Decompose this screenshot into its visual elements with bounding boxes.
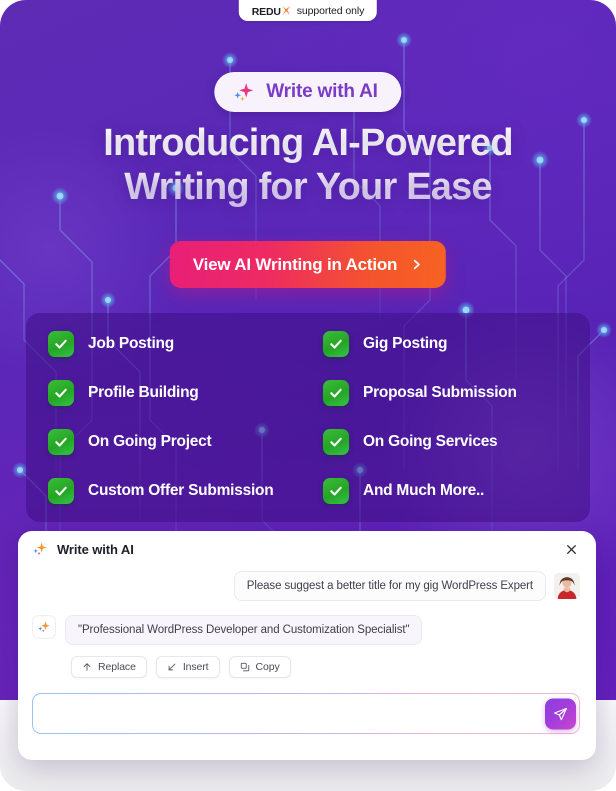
feature-item: On Going Project	[40, 418, 301, 467]
view-ai-writing-in-action-button[interactable]: View AI Wrinting in Action	[169, 241, 447, 288]
ai-sparkle-avatar	[32, 615, 56, 639]
insert-label: Insert	[182, 661, 209, 673]
ai-message-actions: Replace Insert Copy	[71, 656, 291, 678]
sparkle-icon	[234, 82, 254, 101]
feature-label: Proposal Submission	[363, 383, 517, 401]
feature-label: And Much More..	[363, 482, 485, 500]
send-button[interactable]	[544, 698, 576, 729]
sparkle-icon	[33, 542, 47, 555]
feature-item: On Going Services	[315, 418, 576, 467]
replace-label: Replace	[98, 661, 136, 673]
check-icon	[48, 379, 74, 406]
copy-button[interactable]: Copy	[228, 656, 291, 678]
close-icon[interactable]	[562, 540, 580, 558]
redux-brand: REDU	[252, 4, 292, 18]
send-icon	[553, 707, 567, 720]
feature-label: Job Posting	[88, 334, 174, 352]
feature-label: On Going Project	[88, 433, 212, 451]
feature-label: Profile Building	[88, 383, 199, 401]
copy-label: Copy	[255, 661, 280, 673]
feature-label: Gig Posting	[363, 334, 448, 352]
redux-x-mark-icon	[281, 5, 291, 15]
feature-item: Proposal Submission	[315, 368, 576, 417]
ai-message-row: "Professional WordPress Developer and Cu…	[32, 615, 580, 678]
user-message-bubble: Please suggest a better title for my gig…	[233, 571, 546, 601]
sparkle-icon	[38, 621, 50, 633]
ai-message-bubble: "Professional WordPress Developer and Cu…	[65, 615, 423, 645]
check-icon	[323, 478, 349, 505]
chat-composer	[32, 693, 580, 734]
check-icon	[48, 478, 74, 505]
write-with-ai-pill[interactable]: Write with AI	[214, 72, 402, 112]
check-icon	[323, 330, 349, 357]
chat-panel-title: Write with AI	[57, 541, 134, 557]
chat-input[interactable]	[33, 694, 579, 733]
feature-list: Job Posting Gig Posting Profile Building…	[26, 313, 590, 522]
feature-label: Custom Offer Submission	[88, 482, 274, 500]
headline-line-2: Writing for Your Ease	[124, 166, 492, 208]
redux-supported-badge: REDU supported only	[238, 0, 378, 21]
arrow-down-left-icon	[168, 663, 176, 671]
chat-header: Write with AI	[18, 531, 596, 567]
check-icon	[323, 379, 349, 406]
avatar	[554, 573, 580, 599]
chat-message-list: Please suggest a better title for my gig…	[18, 567, 596, 678]
check-icon	[323, 429, 349, 456]
headline-line-1: Introducing AI-Powered	[103, 122, 513, 164]
user-message-row: Please suggest a better title for my gig…	[32, 571, 580, 601]
copy-icon	[240, 662, 249, 672]
screenshot-root: Introducing AI-Powered Writing for Your …	[0, 0, 616, 791]
feature-item: Custom Offer Submission	[40, 467, 301, 516]
write-with-ai-chat-panel: Write with AI Please suggest a better ti…	[18, 531, 596, 760]
page-title: Introducing AI-Powered Writing for Your …	[0, 121, 616, 209]
check-icon	[48, 429, 74, 456]
feature-label: On Going Services	[363, 433, 498, 451]
cta-label: View AI Wrinting in Action	[192, 254, 398, 274]
redux-support-note: supported only	[296, 4, 365, 17]
chat-composer-inner	[33, 694, 579, 733]
insert-button[interactable]: Insert	[155, 656, 220, 678]
ai-message-column: "Professional WordPress Developer and Cu…	[65, 615, 423, 678]
replace-button[interactable]: Replace	[71, 656, 147, 678]
feature-item: And Much More..	[315, 467, 576, 516]
feature-item: Job Posting	[40, 319, 301, 368]
feature-item: Profile Building	[40, 368, 301, 417]
feature-item: Gig Posting	[315, 319, 576, 368]
check-icon	[48, 330, 74, 357]
arrow-up-icon	[83, 663, 91, 671]
chevron-right-icon	[414, 259, 421, 270]
redux-brand-text: REDU	[251, 5, 281, 18]
write-with-ai-label: Write with AI	[266, 81, 378, 102]
